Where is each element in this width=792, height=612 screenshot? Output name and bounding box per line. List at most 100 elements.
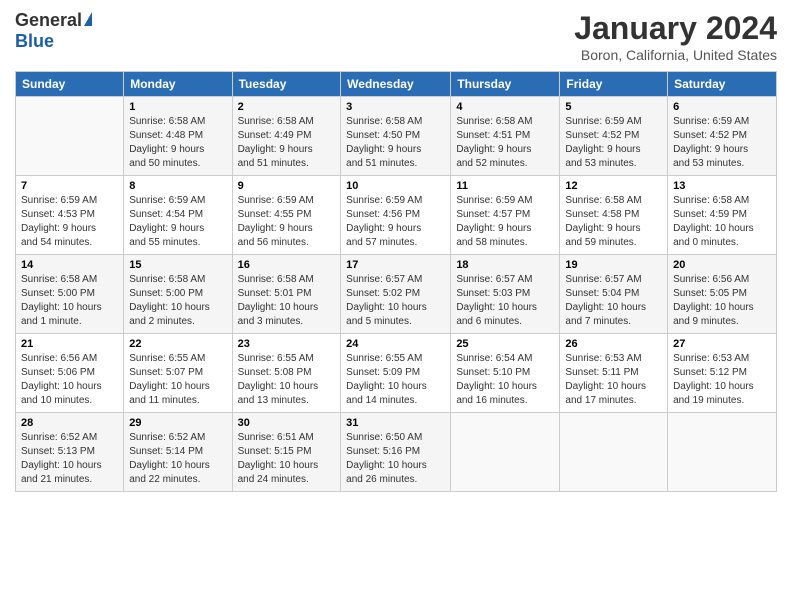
- calendar-cell: 26 Sunrise: 6:53 AM Sunset: 5:11 PM Dayli…: [560, 334, 668, 413]
- day-info: Sunrise: 6:56 AM Sunset: 5:05 PM Dayligh…: [673, 273, 771, 329]
- calendar-cell: 7Sunrise: 6:59 AM Sunset: 4:53 PM Daylig…: [16, 176, 124, 255]
- header-row: SundayMondayTuesdayWednesdayThursdayFrid…: [16, 72, 777, 97]
- day-info: Sunrise: 6:58 AM Sunset: 4:58 PM Dayligh…: [565, 194, 662, 250]
- calendar-cell: 23 Sunrise: 6:55 AM Sunset: 5:08 PM Dayli…: [232, 334, 341, 413]
- day-number: 26: [565, 338, 662, 350]
- calendar-cell: 19Sunrise: 6:57 AM Sunset: 5:04 PM Dayli…: [560, 255, 668, 334]
- calendar-cell: 8 Sunrise: 6:59 AM Sunset: 4:54 PM Daylig…: [124, 176, 232, 255]
- day-info: Sunrise: 6:51 AM Sunset: 5:15 PM Dayligh…: [238, 431, 336, 487]
- calendar-cell: 4 Sunrise: 6:58 AM Sunset: 4:51 PM Daylig…: [451, 97, 560, 176]
- day-number: 6: [673, 101, 771, 113]
- week-row-2: 7Sunrise: 6:59 AM Sunset: 4:53 PM Daylig…: [16, 176, 777, 255]
- calendar-cell: 11Sunrise: 6:59 AM Sunset: 4:57 PM Dayli…: [451, 176, 560, 255]
- day-info: Sunrise: 6:52 AM Sunset: 5:13 PM Dayligh…: [21, 431, 118, 487]
- day-number: 27: [673, 338, 771, 350]
- day-info: Sunrise: 6:58 AM Sunset: 4:50 PM Dayligh…: [346, 115, 445, 171]
- calendar-cell: 29 Sunrise: 6:52 AM Sunset: 5:14 PM Dayli…: [124, 413, 232, 492]
- day-info: Sunrise: 6:58 AM Sunset: 5:01 PM Dayligh…: [238, 273, 336, 329]
- day-info: Sunrise: 6:58 AM Sunset: 5:00 PM Dayligh…: [21, 273, 118, 329]
- calendar-cell: 31 Sunrise: 6:50 AM Sunset: 5:16 PM Dayli…: [341, 413, 451, 492]
- logo-icon: [84, 12, 92, 26]
- day-number: 16: [238, 259, 336, 271]
- title-block: January 2024 Boron, California, United S…: [574, 10, 777, 63]
- calendar-cell: 2Sunrise: 6:58 AM Sunset: 4:49 PM Daylig…: [232, 97, 341, 176]
- calendar-cell: 27 Sunrise: 6:53 AM Sunset: 5:12 PM Dayli…: [668, 334, 777, 413]
- calendar-cell: 25Sunrise: 6:54 AM Sunset: 5:10 PM Dayli…: [451, 334, 560, 413]
- day-number: 24: [346, 338, 445, 350]
- day-info: Sunrise: 6:55 AM Sunset: 5:08 PM Dayligh…: [238, 352, 336, 408]
- week-row-5: 28 Sunrise: 6:52 AM Sunset: 5:13 PM Dayli…: [16, 413, 777, 492]
- calendar-cell: 6 Sunrise: 6:59 AM Sunset: 4:52 PM Daylig…: [668, 97, 777, 176]
- day-number: 21: [21, 338, 118, 350]
- day-number: 19: [565, 259, 662, 271]
- day-info: Sunrise: 6:56 AM Sunset: 5:06 PM Dayligh…: [21, 352, 118, 408]
- day-info: Sunrise: 6:59 AM Sunset: 4:56 PM Dayligh…: [346, 194, 445, 250]
- day-number: 29: [129, 417, 226, 429]
- week-row-1: 1Sunrise: 6:58 AM Sunset: 4:48 PM Daylig…: [16, 97, 777, 176]
- day-info: Sunrise: 6:59 AM Sunset: 4:53 PM Dayligh…: [21, 194, 118, 250]
- calendar-title: January 2024: [574, 10, 777, 47]
- day-info: Sunrise: 6:58 AM Sunset: 4:48 PM Dayligh…: [129, 115, 226, 171]
- day-info: Sunrise: 6:57 AM Sunset: 5:03 PM Dayligh…: [456, 273, 554, 329]
- calendar-cell: 18 Sunrise: 6:57 AM Sunset: 5:03 PM Dayli…: [451, 255, 560, 334]
- day-info: Sunrise: 6:54 AM Sunset: 5:10 PM Dayligh…: [456, 352, 554, 408]
- day-number: 5: [565, 101, 662, 113]
- day-number: 8: [129, 180, 226, 192]
- calendar-cell: 9Sunrise: 6:59 AM Sunset: 4:55 PM Daylig…: [232, 176, 341, 255]
- calendar-cell: 13 Sunrise: 6:58 AM Sunset: 4:59 PM Dayli…: [668, 176, 777, 255]
- calendar-cell: 28 Sunrise: 6:52 AM Sunset: 5:13 PM Dayli…: [16, 413, 124, 492]
- day-info: Sunrise: 6:59 AM Sunset: 4:52 PM Dayligh…: [673, 115, 771, 171]
- header: General Blue January 2024 Boron, Califor…: [15, 10, 777, 63]
- day-number: 15: [129, 259, 226, 271]
- day-info: Sunrise: 6:52 AM Sunset: 5:14 PM Dayligh…: [129, 431, 226, 487]
- calendar-cell: 20 Sunrise: 6:56 AM Sunset: 5:05 PM Dayli…: [668, 255, 777, 334]
- day-number: 31: [346, 417, 445, 429]
- day-number: 20: [673, 259, 771, 271]
- day-number: 12: [565, 180, 662, 192]
- day-info: Sunrise: 6:59 AM Sunset: 4:52 PM Dayligh…: [565, 115, 662, 171]
- day-number: 13: [673, 180, 771, 192]
- logo-blue: Blue: [15, 31, 54, 52]
- week-row-4: 21 Sunrise: 6:56 AM Sunset: 5:06 PM Dayli…: [16, 334, 777, 413]
- logo-general: General: [15, 10, 82, 31]
- day-number: 22: [129, 338, 226, 350]
- calendar-cell: 5 Sunrise: 6:59 AM Sunset: 4:52 PM Daylig…: [560, 97, 668, 176]
- day-number: 18: [456, 259, 554, 271]
- day-info: Sunrise: 6:50 AM Sunset: 5:16 PM Dayligh…: [346, 431, 445, 487]
- day-number: 23: [238, 338, 336, 350]
- column-header-monday: Monday: [124, 72, 232, 97]
- calendar-cell: 14 Sunrise: 6:58 AM Sunset: 5:00 PM Dayli…: [16, 255, 124, 334]
- calendar-cell: 21 Sunrise: 6:56 AM Sunset: 5:06 PM Dayli…: [16, 334, 124, 413]
- calendar-cell: 10Sunrise: 6:59 AM Sunset: 4:56 PM Dayli…: [341, 176, 451, 255]
- week-row-3: 14 Sunrise: 6:58 AM Sunset: 5:00 PM Dayli…: [16, 255, 777, 334]
- column-header-tuesday: Tuesday: [232, 72, 341, 97]
- logo: General Blue: [15, 10, 92, 52]
- day-info: Sunrise: 6:58 AM Sunset: 4:51 PM Dayligh…: [456, 115, 554, 171]
- column-header-friday: Friday: [560, 72, 668, 97]
- calendar-subtitle: Boron, California, United States: [574, 47, 777, 63]
- day-number: 14: [21, 259, 118, 271]
- calendar-cell: [16, 97, 124, 176]
- calendar-cell: [451, 413, 560, 492]
- calendar-cell: 3Sunrise: 6:58 AM Sunset: 4:50 PM Daylig…: [341, 97, 451, 176]
- day-info: Sunrise: 6:59 AM Sunset: 4:57 PM Dayligh…: [456, 194, 554, 250]
- column-header-thursday: Thursday: [451, 72, 560, 97]
- calendar-table: SundayMondayTuesdayWednesdayThursdayFrid…: [15, 71, 777, 492]
- calendar-cell: 12 Sunrise: 6:58 AM Sunset: 4:58 PM Dayli…: [560, 176, 668, 255]
- day-info: Sunrise: 6:58 AM Sunset: 4:59 PM Dayligh…: [673, 194, 771, 250]
- day-info: Sunrise: 6:58 AM Sunset: 5:00 PM Dayligh…: [129, 273, 226, 329]
- calendar-cell: 17Sunrise: 6:57 AM Sunset: 5:02 PM Dayli…: [341, 255, 451, 334]
- day-number: 28: [21, 417, 118, 429]
- calendar-cell: 16 Sunrise: 6:58 AM Sunset: 5:01 PM Dayli…: [232, 255, 341, 334]
- day-number: 4: [456, 101, 554, 113]
- day-number: 9: [238, 180, 336, 192]
- column-header-sunday: Sunday: [16, 72, 124, 97]
- day-info: Sunrise: 6:53 AM Sunset: 5:12 PM Dayligh…: [673, 352, 771, 408]
- day-info: Sunrise: 6:59 AM Sunset: 4:54 PM Dayligh…: [129, 194, 226, 250]
- day-number: 30: [238, 417, 336, 429]
- day-info: Sunrise: 6:58 AM Sunset: 4:49 PM Dayligh…: [238, 115, 336, 171]
- calendar-cell: 1Sunrise: 6:58 AM Sunset: 4:48 PM Daylig…: [124, 97, 232, 176]
- column-header-wednesday: Wednesday: [341, 72, 451, 97]
- day-info: Sunrise: 6:53 AM Sunset: 5:11 PM Dayligh…: [565, 352, 662, 408]
- calendar-cell: 15 Sunrise: 6:58 AM Sunset: 5:00 PM Dayli…: [124, 255, 232, 334]
